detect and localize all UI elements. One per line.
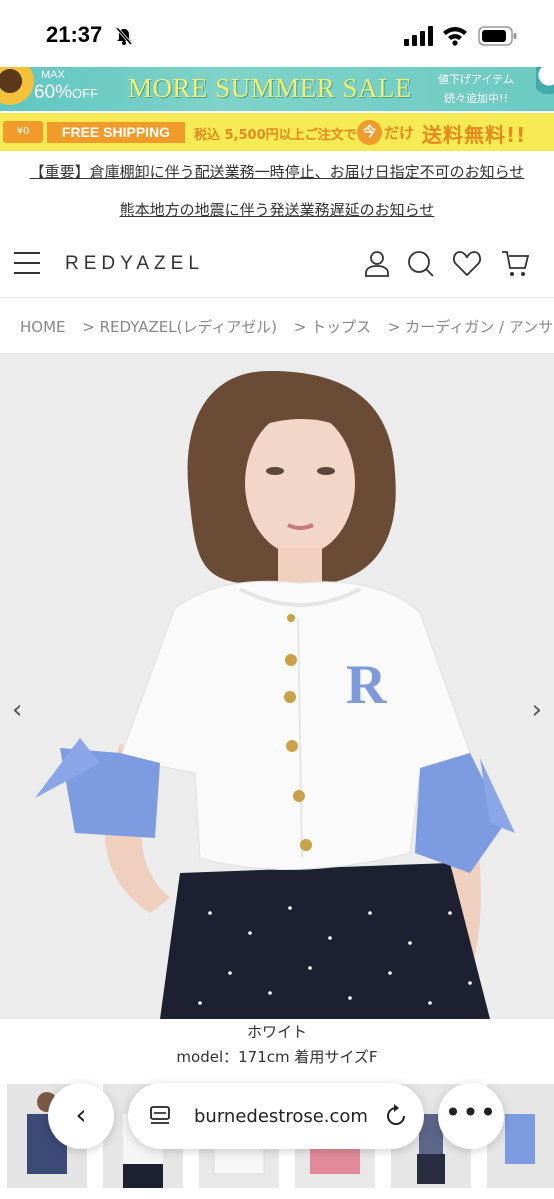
page: 21:37 MAX 60%OFF MORE SUMMER SALE 値下げアイテ…	[0, 0, 554, 1199]
product-color-name: ホワイト	[246, 1023, 307, 1041]
hamburger-menu-icon[interactable]	[14, 252, 40, 274]
product-image[interactable]: R	[0, 353, 554, 1019]
model-info: model：171cm 着用サイズF	[176, 1048, 378, 1066]
svg-text:R: R	[346, 654, 387, 716]
cellular-signal-icon	[404, 26, 433, 46]
status-time: 21:37	[46, 22, 103, 47]
browser-url-text: burnedestrose.com	[194, 1106, 368, 1127]
truck-icon: ¥0	[3, 121, 43, 143]
browser-back-chevron-left-icon[interactable]: ‹	[48, 1083, 114, 1149]
account-icon[interactable]	[362, 248, 392, 278]
model-photo-illustration: R	[0, 353, 554, 1019]
brand-logo[interactable]: REDYAZEL	[65, 253, 204, 275]
page-menu-icon[interactable]	[148, 1105, 172, 1127]
battery-icon	[478, 26, 517, 46]
free-shipping-banner[interactable]: ¥0 FREE SHIPPING 税込 5,500円以上ご注文で 今 だけ 送料…	[0, 113, 554, 151]
browser-url-bar[interactable]: burnedestrose.com	[128, 1083, 424, 1149]
summer-sale-banner[interactable]: MAX 60%OFF MORE SUMMER SALE 値下げアイテム 続々追加…	[0, 67, 554, 111]
shipping-dake: だけ	[384, 124, 415, 142]
status-bar: 21:37	[0, 0, 554, 70]
now-coin-icon: 今	[357, 120, 382, 145]
sale-note: 値下げアイテム 続々追加中!!	[438, 73, 514, 105]
bell-muted-icon	[115, 27, 133, 45]
next-image-chevron-right-icon[interactable]: ›	[532, 695, 542, 725]
breadcrumb-cardigan[interactable]: > カーディガン / アンサ	[388, 318, 553, 336]
notice-link-earthquake[interactable]: 熊本地方の地震に伴う発送業務遅延のお知らせ	[0, 199, 554, 220]
free-shipping-badge: FREE SHIPPING	[47, 122, 185, 143]
sale-percent: 60%OFF	[34, 82, 99, 103]
site-header: REDYAZEL	[0, 240, 554, 298]
cart-icon[interactable]	[500, 248, 530, 278]
breadcrumb-home[interactable]: HOME	[20, 318, 66, 336]
wifi-icon	[443, 27, 467, 46]
favorite-heart-icon[interactable]	[452, 248, 482, 278]
sale-title: MORE SUMMER SALE	[128, 73, 413, 103]
breadcrumb: HOME > REDYAZEL(レディアゼル) > トップス > カーディガン …	[20, 316, 554, 337]
umbrella-icon	[536, 67, 554, 107]
sunflower-icon	[0, 67, 34, 105]
breadcrumb-brand[interactable]: > REDYAZEL(レディアゼル)	[82, 318, 277, 336]
reload-icon[interactable]	[382, 1102, 410, 1130]
browser-more-icon[interactable]: •••	[438, 1083, 504, 1149]
sale-max-label: MAX	[41, 69, 65, 81]
shipping-condition: 税込 5,500円以上ご注文で	[194, 128, 357, 143]
prev-image-chevron-left-icon[interactable]: ‹	[12, 695, 22, 725]
search-icon[interactable]	[405, 248, 435, 278]
breadcrumb-tops[interactable]: > トップス	[294, 318, 371, 336]
notice-link-inventory[interactable]: 【重要】倉庫棚卸に伴う配送業務一時停止、お届け日指定不可のお知らせ	[0, 161, 554, 182]
shipping-free-label: 送料無料!!	[422, 123, 527, 147]
